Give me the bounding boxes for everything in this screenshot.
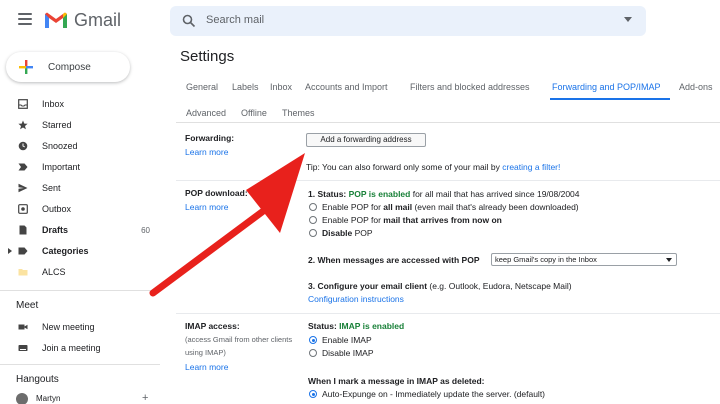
pop-learn-more[interactable]: Learn more [185, 202, 228, 212]
gmail-logo[interactable]: Gmail [44, 9, 121, 31]
imap-deleted-heading: When I mark a message in IMAP as deleted… [308, 376, 485, 386]
imap-disable-label: Disable IMAP [322, 348, 374, 358]
imap-enable-radio[interactable] [309, 336, 317, 344]
search-input[interactable]: Search mail [206, 14, 264, 26]
search-options-icon[interactable] [624, 17, 632, 22]
draft-icon [19, 225, 27, 235]
pop-from-now-label: Enable POP for mail that arrives from no… [322, 215, 502, 225]
important-icon [18, 163, 28, 171]
pop-all-mail-label: Enable POP for all mail (even mail that'… [322, 202, 579, 212]
expand-arrow-icon[interactable] [8, 248, 12, 254]
tab-themes[interactable]: Themes [282, 108, 315, 118]
keyboard-icon [18, 345, 28, 351]
pop-configure-step: 3. Configure your email client (e.g. Out… [308, 281, 572, 291]
tab-forwarding-pop-imap[interactable]: Forwarding and POP/IMAP [552, 82, 661, 92]
sidebar-item-important[interactable]: Important [0, 157, 160, 177]
auto-expunge-radio[interactable] [309, 390, 317, 398]
tab-advanced[interactable]: Advanced [186, 108, 226, 118]
hangouts-heading: Hangouts [16, 374, 59, 385]
video-icon [18, 324, 28, 330]
plus-icon [19, 60, 33, 74]
imap-desc-line2: using IMAP) [185, 348, 226, 357]
pop-download-label: POP download: [185, 188, 248, 198]
create-filter-link[interactable]: creating a filter! [502, 162, 560, 172]
section-divider-2 [176, 313, 720, 314]
tab-accounts-and-import[interactable]: Accounts and Import [305, 82, 388, 92]
folder-icon [18, 269, 28, 276]
imap-disable-radio[interactable] [309, 349, 317, 357]
add-forwarding-address-button[interactable]: Add a forwarding address [306, 133, 426, 147]
pop-all-mail-radio[interactable] [309, 203, 317, 211]
forwarding-label: Forwarding: [185, 133, 235, 143]
sidebar-divider-2 [0, 364, 160, 365]
section-divider [176, 180, 720, 181]
pop-access-select[interactable]: keep Gmail's copy in the Inbox [491, 253, 677, 266]
pop-disable-radio[interactable] [309, 229, 317, 237]
tab-filters[interactable]: Filters and blocked addresses [410, 82, 530, 92]
drafts-count: 60 [141, 226, 150, 235]
tab-inbox[interactable]: Inbox [270, 82, 292, 92]
avatar [16, 393, 28, 404]
imap-status: Status: IMAP is enabled [308, 321, 405, 331]
meet-join-meeting[interactable]: Join a meeting [0, 338, 160, 358]
tab-add-ons[interactable]: Add-ons [679, 82, 720, 92]
clock-icon [18, 141, 28, 151]
sidebar-item-snoozed[interactable]: Snoozed [0, 136, 160, 156]
sidebar-item-drafts[interactable]: Drafts 60 [0, 220, 160, 240]
sidebar-divider [0, 290, 160, 291]
forwarding-learn-more[interactable]: Learn more [185, 147, 228, 157]
app-name: Gmail [74, 9, 122, 30]
tab-offline[interactable]: Offline [241, 108, 267, 118]
auto-expunge-label: Auto-Expunge on - Immediately update the… [322, 389, 546, 399]
sidebar-item-sent[interactable]: Sent [0, 178, 160, 198]
send-icon [18, 183, 28, 193]
tabs-divider [176, 122, 720, 123]
outbox-icon [18, 204, 28, 214]
sidebar-item-outbox[interactable]: Outbox [0, 199, 160, 219]
tab-general[interactable]: General [186, 82, 218, 92]
search-bar[interactable]: Search mail [170, 6, 646, 36]
sidebar-item-inbox[interactable]: Inbox [0, 94, 160, 114]
imap-access-label: IMAP access: [185, 321, 240, 331]
imap-desc-line1: (access Gmail from other clients [185, 335, 293, 344]
sidebar-item-categories[interactable]: Categories [0, 241, 160, 261]
inbox-icon [18, 99, 28, 109]
add-contact-icon[interactable]: + [142, 392, 148, 404]
hangouts-user[interactable]: Martyn + [16, 392, 156, 404]
configuration-instructions-link[interactable]: Configuration instructions [308, 294, 404, 304]
meet-heading: Meet [16, 300, 39, 311]
star-icon [18, 120, 28, 130]
page-title: Settings [180, 48, 235, 65]
gmail-m-icon [45, 12, 67, 28]
pop-from-now-radio[interactable] [309, 216, 317, 224]
chevron-down-icon [666, 258, 672, 262]
pop-access-step: 2. When messages are accessed with POP [308, 255, 480, 265]
pop-disable-label: Disable POP [322, 228, 373, 238]
search-icon[interactable] [182, 14, 196, 28]
meet-new-meeting[interactable]: New meeting [0, 317, 160, 337]
main-menu-button[interactable] [18, 13, 32, 25]
forwarding-tip: Tip: You can also forward only some of y… [306, 162, 561, 172]
label-icon [18, 247, 28, 255]
sidebar-item-starred[interactable]: Starred [0, 115, 160, 135]
tab-labels[interactable]: Labels [232, 82, 259, 92]
imap-learn-more[interactable]: Learn more [185, 362, 228, 372]
compose-button[interactable]: Compose [6, 52, 130, 82]
imap-enable-label: Enable IMAP [322, 335, 372, 345]
active-tab-indicator [550, 98, 670, 100]
pop-status: 1. Status: POP is enabled for all mail t… [308, 189, 580, 199]
compose-label: Compose [48, 61, 91, 73]
sidebar-item-alcs[interactable]: ALCS [0, 262, 160, 282]
